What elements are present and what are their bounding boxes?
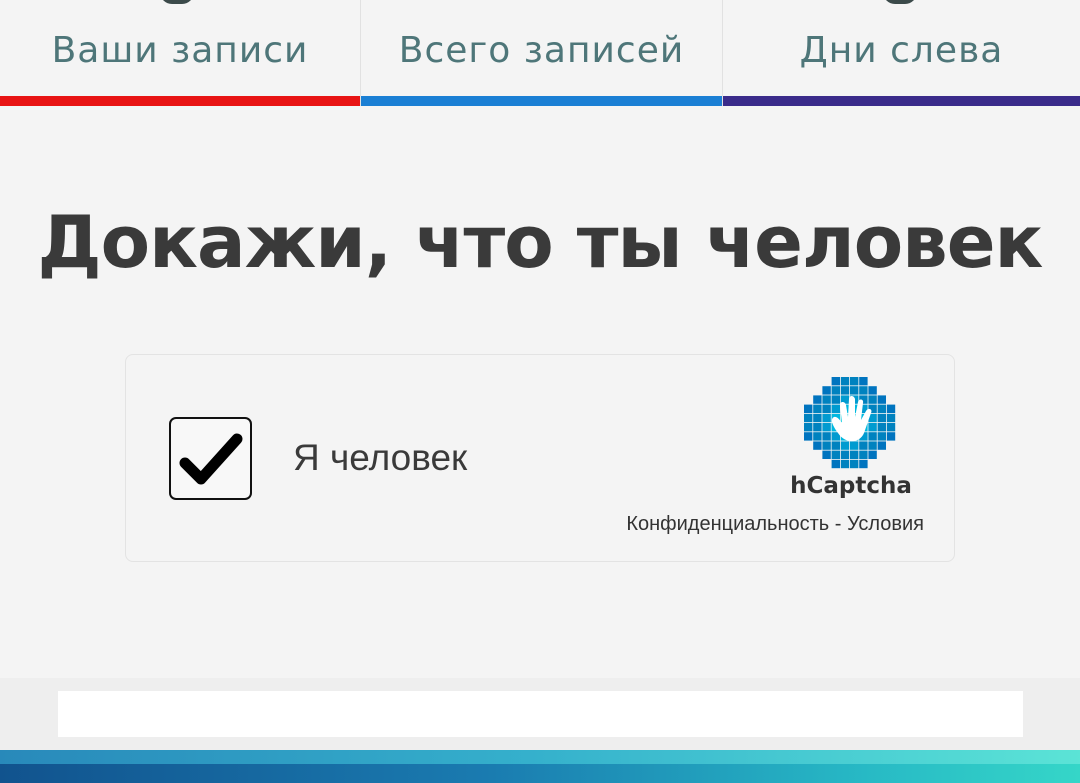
tab-label: Ваши записи	[51, 30, 309, 71]
logo-pixel	[877, 413, 886, 423]
logo-pixel	[822, 441, 831, 450]
links-separator: -	[829, 513, 847, 535]
logo-pixel	[840, 386, 850, 395]
tab-icon-partial	[160, 0, 194, 4]
logo-pixel	[831, 450, 840, 459]
logo-pixel	[868, 386, 877, 395]
logo-pixel	[822, 413, 831, 423]
logo-pixel	[877, 423, 886, 432]
tab-underline	[723, 96, 1080, 106]
logo-pixel	[813, 395, 822, 404]
hcaptcha-widget: Я человек hCaptcha Конфиденциальность - …	[125, 354, 955, 562]
logo-pixel	[877, 432, 886, 441]
tab-days-left[interactable]: Дни слева	[722, 0, 1080, 106]
tab-underline	[0, 96, 360, 106]
logo-pixel	[850, 441, 859, 450]
logo-pixel	[831, 459, 840, 469]
logo-pixel	[831, 386, 840, 395]
logo-pixel	[859, 386, 868, 395]
logo-pixel	[813, 413, 822, 423]
tab-your-records[interactable]: Ваши записи	[0, 0, 360, 106]
logo-pixel	[868, 441, 877, 450]
logo-pixel	[868, 432, 877, 441]
human-checkbox[interactable]	[169, 417, 252, 500]
page: Ваши записи Всего записей Дни слева Дока…	[0, 0, 1080, 783]
logo-pixel	[831, 441, 840, 450]
logo-pixel	[877, 404, 886, 413]
logo-pixel	[877, 395, 886, 404]
tab-label: Всего записей	[398, 30, 685, 71]
logo-pixel	[822, 432, 831, 441]
logo-pixel	[840, 377, 850, 386]
tab-label: Дни слева	[799, 30, 1004, 71]
logo-pixel	[886, 423, 896, 432]
terms-link[interactable]: Условия	[847, 513, 924, 535]
logo-pixel	[850, 459, 859, 469]
logo-pixel	[822, 450, 831, 459]
tab-total-records[interactable]: Всего записей	[360, 0, 722, 106]
logo-pixel	[859, 377, 868, 386]
logo-pixel	[822, 404, 831, 413]
checkmark-icon	[179, 433, 243, 485]
logo-pixel	[868, 423, 877, 432]
logo-pixel	[804, 404, 813, 413]
logo-pixel	[813, 441, 822, 450]
logo-pixel	[850, 450, 859, 459]
checkbox-label: Я человек	[293, 437, 468, 478]
logo-pixel	[850, 386, 859, 395]
tab-underline	[361, 96, 722, 106]
page-title: Докажи, что ты человек	[37, 200, 1044, 284]
bottom-gradient-bar	[0, 750, 1080, 783]
logo-pixel	[859, 459, 868, 469]
logo-pixel	[840, 441, 850, 450]
logo-pixel	[831, 404, 840, 413]
logo-pixel	[877, 441, 886, 450]
logo-pixel	[850, 377, 859, 386]
logo-pixel	[822, 386, 831, 395]
hcaptcha-logo-icon	[804, 377, 896, 469]
logo-pixel	[868, 395, 877, 404]
privacy-link[interactable]: Конфиденциальность	[626, 513, 829, 535]
logo-pixel	[813, 404, 822, 413]
tab-bar: Ваши записи Всего записей Дни слева	[0, 0, 1080, 106]
bottom-input-area[interactable]	[58, 691, 1023, 737]
hcaptcha-links: Конфиденциальность - Условия	[626, 513, 924, 536]
hcaptcha-brand: hCaptcha	[790, 473, 912, 499]
logo-pixel	[840, 450, 850, 459]
logo-pixel	[804, 413, 813, 423]
logo-pixel	[813, 432, 822, 441]
logo-pixel	[886, 413, 896, 423]
logo-pixel	[886, 432, 896, 441]
logo-pixel	[840, 459, 850, 469]
logo-pixel	[859, 441, 868, 450]
logo-pixel	[859, 450, 868, 459]
logo-pixel	[804, 432, 813, 441]
logo-pixel	[886, 404, 896, 413]
logo-pixel	[868, 450, 877, 459]
logo-pixel	[822, 395, 831, 404]
logo-pixel	[831, 395, 840, 404]
tab-icon-partial	[883, 0, 917, 4]
logo-pixel	[822, 423, 831, 432]
logo-pixel	[831, 377, 840, 386]
logo-pixel	[813, 423, 822, 432]
logo-pixel	[804, 423, 813, 432]
